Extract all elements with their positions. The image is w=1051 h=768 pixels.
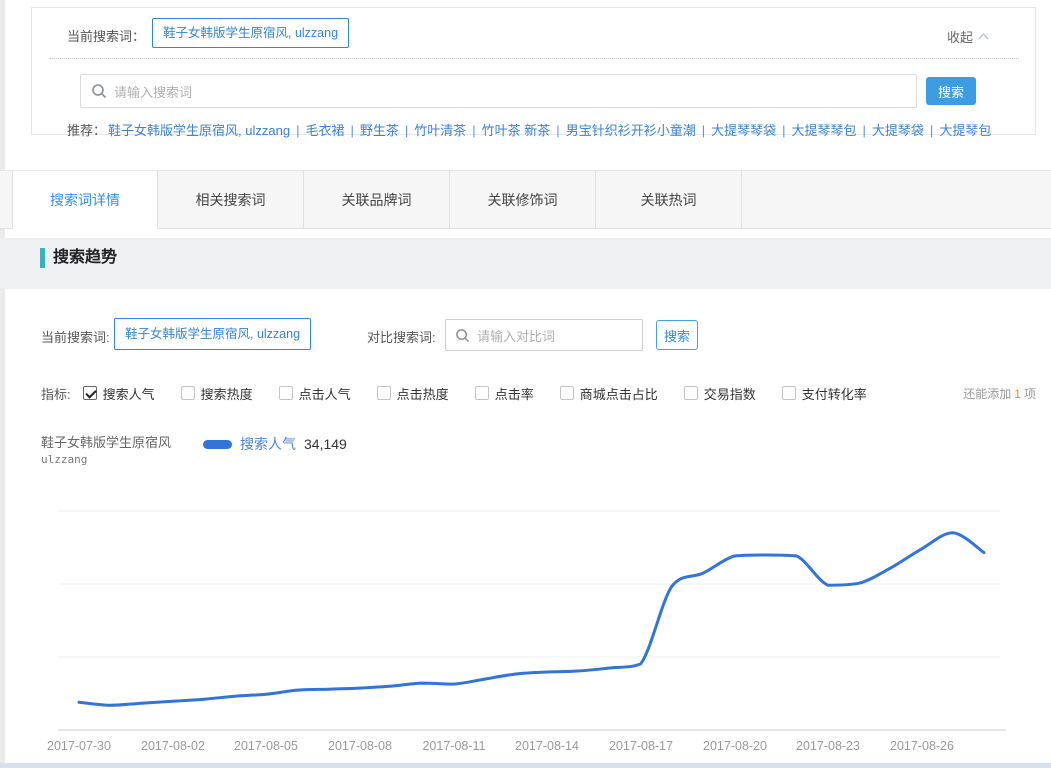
separator: | [350, 123, 353, 138]
metric-label: 点击热度 [397, 384, 449, 403]
metric-checkbox-click-heat[interactable]: 点击热度 [377, 384, 449, 403]
metric-label: 支付转化率 [802, 384, 867, 403]
recommend-link[interactable]: 鞋子女韩版学生原宿风, ulzzang [108, 123, 290, 138]
tab-related-modifier-terms[interactable]: 关联修饰词 [450, 171, 596, 228]
x-tick-label: 2017-07-30 [47, 739, 111, 753]
metric-checkbox-search-popularity[interactable]: 搜索人气 [83, 384, 155, 403]
checkbox-icon [782, 386, 796, 400]
x-tick-label: 2017-08-17 [609, 739, 673, 753]
checkbox-icon [279, 386, 293, 400]
metric-checkbox-mall-click-share[interactable]: 商城点击占比 [560, 384, 658, 403]
compare-search-button[interactable]: 搜索 [656, 320, 698, 350]
separator: | [405, 123, 408, 138]
trend-current-keyword-chip[interactable]: 鞋子女韩版学生原宿风, ulzzang [114, 318, 311, 350]
current-keyword-label: 当前搜索词： [67, 26, 145, 45]
recommend-row: 推荐：鞋子女韩版学生原宿风, ulzzang | 毛衣裙 | 野生茶 | 竹叶清茶 | 竹叶茶 … [67, 120, 1027, 139]
remaining-count: 1 [1014, 387, 1021, 401]
section-header: 搜索趋势 [0, 238, 1051, 289]
x-tick-label: 2017-08-23 [796, 739, 860, 753]
compare-keyword-input[interactable]: 请输入对比词 [445, 319, 643, 351]
search-panel: 当前搜索词： 鞋子女韩版学生原宿风, ulzzang 收起 请输入搜索词 搜索 … [31, 7, 1036, 135]
recommend-link[interactable]: 男宝针织衫开衫小童潮 [566, 123, 696, 138]
checkbox-checked-icon [83, 386, 97, 400]
recommend-link[interactable]: 大提琴琴袋 [711, 123, 776, 138]
checkbox-icon [475, 386, 489, 400]
search-input[interactable]: 请输入搜索词 [80, 74, 917, 108]
trend-current-keyword-label: 当前搜索词: [41, 327, 110, 346]
section-title: 搜索趋势 [53, 239, 117, 277]
tab-related-brand-terms[interactable]: 关联品牌词 [304, 171, 450, 228]
search-input-placeholder: 请输入搜索词 [114, 82, 192, 101]
separator: | [782, 123, 785, 138]
trend-line-series [79, 533, 984, 706]
metric-label: 点击人气 [299, 384, 351, 403]
checkbox-icon [684, 386, 698, 400]
metric-label: 搜索人气 [103, 384, 155, 403]
tab-related-search-terms[interactable]: 相关搜索词 [158, 171, 304, 228]
recommend-link[interactable]: 毛衣裙 [305, 123, 344, 138]
x-tick-label: 2017-08-20 [703, 739, 767, 753]
recommend-link[interactable]: 竹叶茶 新茶 [482, 123, 551, 138]
collapse-toggle[interactable]: 收起 [947, 27, 989, 46]
recommend-link[interactable]: 大提琴袋 [872, 123, 924, 138]
recommend-link[interactable]: 野生茶 [360, 123, 399, 138]
metric-checkbox-transaction-index[interactable]: 交易指数 [684, 384, 756, 403]
separator: | [863, 123, 866, 138]
checkbox-icon [377, 386, 391, 400]
search-analytics-page: 当前搜索词： 鞋子女韩版学生原宿风, ulzzang 收起 请输入搜索词 搜索 … [0, 0, 1051, 768]
tab-bar: 搜索词详情 相关搜索词 关联品牌词 关联修饰词 关联热词 [0, 170, 1051, 229]
chevron-up-icon [978, 33, 989, 40]
search-row: 请输入搜索词 搜索 [32, 74, 1035, 108]
tab-search-term-detail[interactable]: 搜索词详情 [12, 171, 158, 229]
separator: | [556, 123, 559, 138]
bottom-scroll-bar [0, 763, 1051, 768]
checkbox-icon [560, 386, 574, 400]
compare-input-placeholder: 请输入对比词 [477, 326, 555, 345]
separator: | [296, 123, 299, 138]
x-tick-label: 2017-08-02 [141, 739, 205, 753]
tab-related-hot-terms[interactable]: 关联热词 [596, 171, 742, 228]
x-tick-label: 2017-08-11 [422, 739, 485, 753]
search-button[interactable]: 搜索 [926, 77, 976, 105]
metric-label: 点击率 [495, 384, 534, 403]
section-accent-bar [40, 248, 45, 268]
recommend-label: 推荐： [67, 123, 106, 138]
x-tick-label: 2017-08-05 [234, 739, 298, 753]
metric-checkbox-click-popularity[interactable]: 点击人气 [279, 384, 351, 403]
current-keyword-row: 当前搜索词： 鞋子女韩版学生原宿风, ulzzang 收起 [32, 18, 1035, 50]
panel-divider [49, 58, 1019, 59]
recommend-link[interactable]: 竹叶清茶 [414, 123, 466, 138]
metric-checkbox-search-heat[interactable]: 搜索热度 [181, 384, 253, 403]
x-tick-label: 2017-08-14 [515, 739, 579, 753]
separator: | [472, 123, 475, 138]
x-tick-label: 2017-08-08 [328, 739, 392, 753]
x-tick-label: 2017-08-26 [890, 739, 954, 753]
compare-keyword-label: 对比搜索词: [367, 327, 436, 346]
current-keyword-chip[interactable]: 鞋子女韩版学生原宿风, ulzzang [152, 18, 349, 48]
recommend-link[interactable]: 大提琴包 [939, 123, 991, 138]
metric-checkbox-payment-conversion[interactable]: 支付转化率 [782, 384, 867, 403]
metric-checkbox-click-rate[interactable]: 点击率 [475, 384, 534, 403]
metric-label: 搜索热度 [201, 384, 253, 403]
separator: | [930, 123, 933, 138]
trend-chart: 2017-07-30 2017-08-02 2017-08-05 2017-08… [0, 430, 1051, 760]
search-icon [91, 83, 107, 99]
metrics-label: 指标: [41, 384, 71, 403]
remaining-add-hint: 还能添加1项 [963, 385, 1036, 402]
separator: | [702, 123, 705, 138]
metrics-row: 指标: 搜索人气 搜索热度 点击人气 点击热度 点击率 商城点击占比 交易指数 [41, 383, 1036, 403]
checkbox-icon [181, 386, 195, 400]
metric-label: 交易指数 [704, 384, 756, 403]
metric-label: 商城点击占比 [580, 384, 658, 403]
collapse-label: 收起 [947, 27, 973, 46]
search-icon [455, 328, 470, 343]
trend-current-keyword-text: 鞋子女韩版学生原宿风, ulzzang [114, 318, 311, 350]
recommend-link[interactable]: 大提琴琴包 [792, 123, 857, 138]
